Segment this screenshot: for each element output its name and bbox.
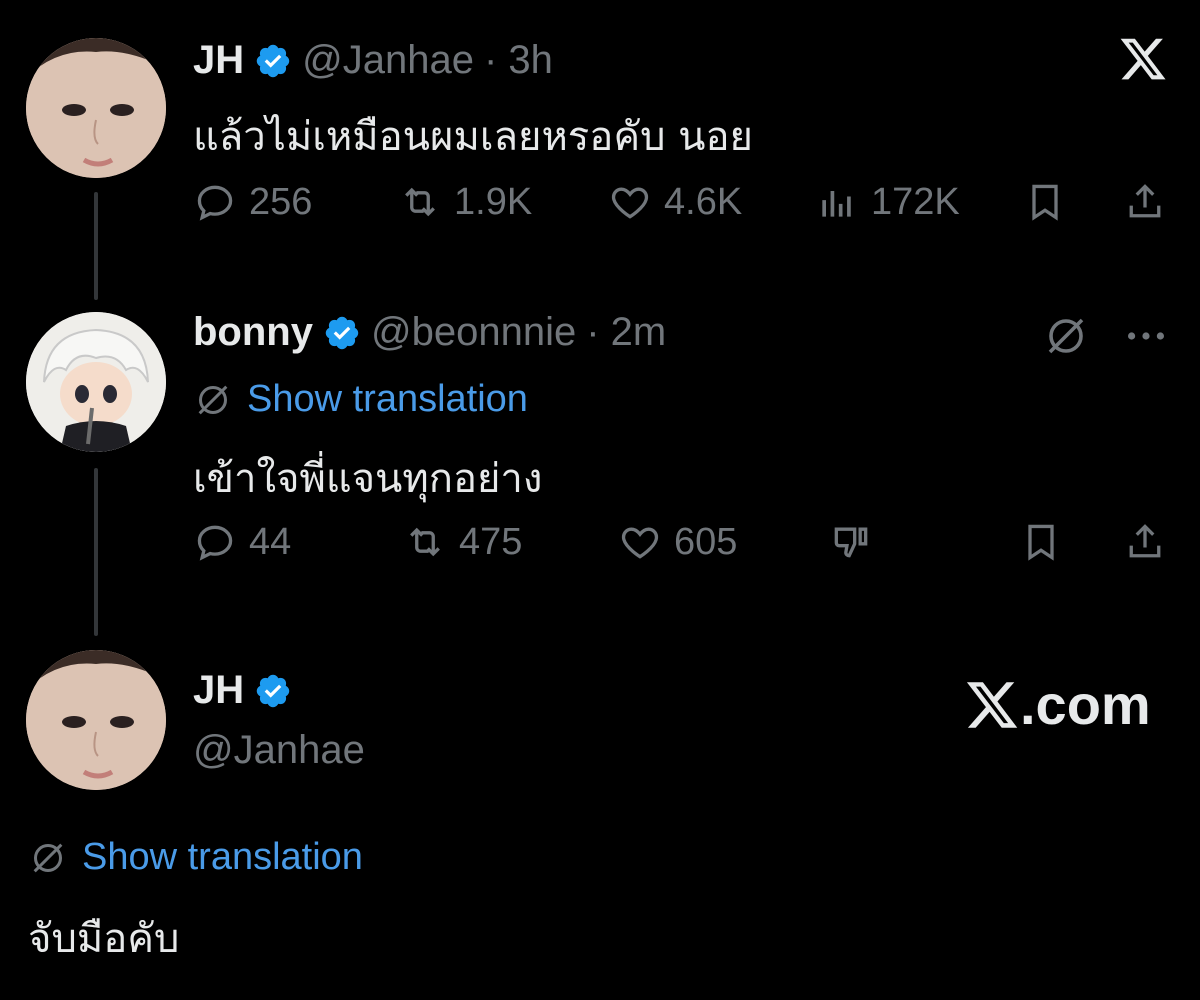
timestamp[interactable]: · 3h <box>484 38 553 83</box>
repost-count: 1.9K <box>454 180 533 223</box>
display-name[interactable]: bonny <box>193 310 313 355</box>
show-translation-link[interactable]: Show translation <box>247 378 528 421</box>
tweet1-actions: 256 1.9K 4.6K 172K <box>193 180 1173 240</box>
show-translation-link[interactable]: Show translation <box>82 836 363 879</box>
bookmark-icon <box>1028 524 1054 561</box>
timestamp[interactable]: · 2m <box>586 310 666 355</box>
x-logo-icon <box>966 681 1018 728</box>
like-icon <box>611 187 649 219</box>
x-logo-icon[interactable] <box>1118 34 1168 89</box>
more-icon[interactable] <box>1124 318 1168 359</box>
dislike-button[interactable] <box>829 520 873 569</box>
verified-badge-icon <box>256 44 290 77</box>
bookmark-button[interactable] <box>1019 520 1063 569</box>
share-icon <box>1129 184 1161 218</box>
tweet1-header: JH @Janhae · 3h <box>193 38 553 83</box>
share-button[interactable] <box>1123 520 1167 569</box>
like-button[interactable]: 4.6K <box>608 180 742 224</box>
repost-icon <box>405 187 435 217</box>
tweet3-text: จับมือคับ <box>28 916 180 962</box>
translate-icon <box>198 385 228 414</box>
like-count: 605 <box>674 520 738 563</box>
handle[interactable]: @Janhae <box>302 38 474 83</box>
like-button[interactable]: 605 <box>618 520 737 564</box>
share-button[interactable] <box>1123 180 1167 229</box>
translate-icon[interactable] <box>1042 312 1090 365</box>
avatar-jh[interactable] <box>26 650 166 790</box>
repost-button[interactable]: 1.9K <box>398 180 532 224</box>
show-translation-row[interactable]: Show translation <box>193 378 528 421</box>
like-icon <box>621 527 659 559</box>
like-count: 4.6K <box>664 180 743 223</box>
translate-icon <box>33 843 63 872</box>
avatar-jh[interactable] <box>26 38 166 178</box>
tweet2-text: เข้าใจพี่แจนทุกอย่าง <box>193 456 543 502</box>
share-icon <box>1129 524 1161 558</box>
bookmark-icon <box>1032 184 1058 221</box>
tweet2-actions: 44 475 605 <box>193 520 1173 580</box>
verified-badge-icon <box>325 316 359 349</box>
repost-icon <box>410 527 440 557</box>
views-icon <box>822 191 851 217</box>
tweet2-header: bonny @beonnnie · 2m <box>193 310 666 355</box>
reply-count: 256 <box>249 180 313 223</box>
avatar-bonny[interactable] <box>26 312 166 452</box>
handle[interactable]: @Janhae <box>193 728 365 773</box>
x-com-watermark: .com <box>964 672 1151 737</box>
handle[interactable]: @beonnnie <box>371 310 576 355</box>
verified-badge-icon <box>256 674 290 707</box>
reply-button[interactable]: 44 <box>193 520 291 564</box>
thread-line-1 <box>94 192 98 300</box>
repost-button[interactable]: 475 <box>403 520 522 564</box>
views-count: 172K <box>871 180 960 223</box>
reply-icon <box>197 525 233 561</box>
show-translation-row[interactable]: Show translation <box>28 836 363 879</box>
thread-line-2 <box>94 468 98 636</box>
bookmark-button[interactable] <box>1023 180 1067 229</box>
dislike-icon <box>834 527 868 558</box>
views-button[interactable]: 172K <box>815 180 960 224</box>
display-name[interactable]: JH <box>193 668 244 713</box>
site-label: .com <box>1020 673 1151 736</box>
display-name[interactable]: JH <box>193 38 244 83</box>
reply-count: 44 <box>249 520 292 563</box>
repost-count: 475 <box>459 520 523 563</box>
tweet1-text: แล้วไม่เหมือนผมเลยหรอคับ นอย <box>193 114 753 160</box>
reply-icon <box>197 185 233 221</box>
tweet3-header: JH <box>193 668 292 713</box>
reply-button[interactable]: 256 <box>193 180 312 224</box>
